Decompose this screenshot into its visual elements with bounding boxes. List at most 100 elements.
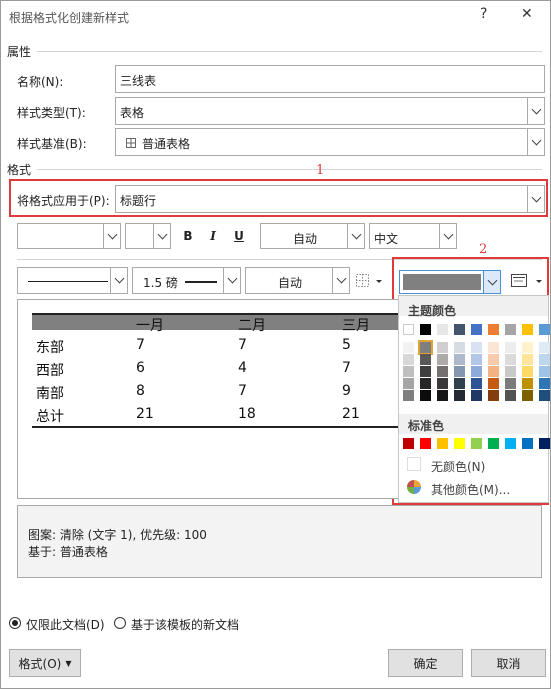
ok-button[interactable]: 确定 (388, 649, 463, 677)
color-swatch[interactable] (403, 390, 414, 401)
chevron-down-icon[interactable] (347, 224, 364, 248)
color-swatch[interactable] (437, 342, 448, 353)
style-type-select[interactable]: 表格 (115, 97, 545, 125)
color-swatch[interactable] (471, 390, 482, 401)
color-swatch[interactable] (403, 378, 414, 389)
chevron-down-icon[interactable] (527, 98, 544, 124)
color-swatch[interactable] (420, 378, 431, 389)
format-menu-button[interactable]: 格式(O) ▼ (9, 649, 81, 677)
chevron-down-icon[interactable] (103, 224, 120, 248)
color-swatch[interactable] (471, 354, 482, 365)
color-swatch[interactable] (488, 324, 499, 335)
borders-icon[interactable] (354, 272, 384, 290)
color-swatch[interactable] (420, 354, 431, 365)
chevron-down-icon[interactable] (153, 224, 170, 248)
color-swatch[interactable] (437, 438, 448, 449)
color-swatch[interactable] (471, 366, 482, 377)
color-swatch[interactable] (539, 342, 550, 353)
font-size-select[interactable] (125, 223, 171, 249)
chevron-down-icon[interactable] (332, 268, 349, 293)
border-color-select[interactable]: 自动 (245, 267, 350, 294)
color-swatch[interactable] (488, 378, 499, 389)
bold-button[interactable]: B (177, 223, 199, 249)
color-swatch[interactable] (488, 354, 499, 365)
color-swatch[interactable] (403, 438, 414, 449)
color-swatch[interactable] (471, 324, 482, 335)
italic-button[interactable]: I (202, 223, 224, 249)
color-swatch[interactable] (420, 390, 431, 401)
script-select[interactable]: 中文 (369, 223, 457, 249)
color-swatch[interactable] (420, 324, 431, 335)
color-swatch[interactable] (471, 438, 482, 449)
apply-to-select[interactable]: 标题行 (115, 185, 545, 213)
color-swatch[interactable] (488, 342, 499, 353)
color-swatch[interactable] (454, 390, 465, 401)
chevron-down-icon[interactable] (527, 186, 544, 212)
more-colors-option[interactable]: 其他颜色(M)... (403, 479, 545, 497)
color-swatch[interactable] (454, 354, 465, 365)
color-swatch[interactable] (403, 324, 414, 335)
shading-color-select[interactable] (399, 270, 501, 294)
color-swatch[interactable] (454, 378, 465, 389)
color-swatch[interactable] (539, 438, 550, 449)
color-swatch[interactable] (437, 354, 448, 365)
color-swatch[interactable] (420, 438, 431, 449)
color-swatch[interactable] (437, 366, 448, 377)
color-swatch[interactable] (403, 366, 414, 377)
close-button[interactable]: ✕ (521, 6, 533, 22)
color-swatch[interactable] (418, 340, 433, 355)
color-swatch[interactable] (505, 390, 516, 401)
color-swatch[interactable] (539, 324, 550, 335)
color-swatch[interactable] (505, 324, 516, 335)
color-swatch[interactable] (505, 354, 516, 365)
color-swatch[interactable] (437, 324, 448, 335)
color-swatch[interactable] (505, 378, 516, 389)
template-label[interactable]: 基于该模板的新文档 (131, 616, 239, 633)
color-swatch[interactable] (403, 342, 414, 353)
color-swatch[interactable] (420, 366, 431, 377)
color-swatch[interactable] (471, 378, 482, 389)
border-style-select[interactable] (17, 267, 128, 294)
cancel-button[interactable]: 取消 (471, 649, 546, 677)
color-swatch[interactable] (522, 366, 533, 377)
color-swatch[interactable] (488, 390, 499, 401)
color-swatch[interactable] (488, 366, 499, 377)
font-name-select[interactable] (17, 223, 121, 249)
color-swatch[interactable] (437, 390, 448, 401)
color-swatch[interactable] (403, 354, 414, 365)
chevron-down-icon[interactable] (439, 224, 456, 248)
text-wrap-icon[interactable] (510, 272, 544, 290)
color-swatch[interactable] (471, 342, 482, 353)
color-swatch[interactable] (505, 366, 516, 377)
color-swatch[interactable] (522, 324, 533, 335)
color-swatch[interactable] (539, 354, 550, 365)
chevron-down-icon[interactable] (223, 268, 240, 293)
color-swatch[interactable] (505, 438, 516, 449)
color-swatch[interactable] (522, 390, 533, 401)
color-swatch[interactable] (522, 354, 533, 365)
border-weight-select[interactable]: 1.5 磅 (132, 267, 241, 294)
chevron-down-icon[interactable] (483, 271, 500, 293)
color-swatch[interactable] (437, 378, 448, 389)
color-swatch[interactable] (539, 390, 550, 401)
this-document-label[interactable]: 仅限此文档(D) (26, 616, 105, 633)
color-swatch[interactable] (454, 438, 465, 449)
color-swatch[interactable] (454, 324, 465, 335)
no-color-option[interactable]: 无颜色(N) (403, 456, 545, 474)
color-swatch[interactable] (539, 366, 550, 377)
help-button[interactable]: ? (480, 6, 487, 22)
color-swatch[interactable] (539, 378, 550, 389)
color-swatch[interactable] (454, 342, 465, 353)
font-color-select[interactable]: 自动 (260, 223, 365, 249)
color-swatch[interactable] (454, 366, 465, 377)
style-base-select[interactable]: 普通表格 (115, 128, 545, 156)
template-radio[interactable] (114, 617, 126, 629)
color-swatch[interactable] (522, 342, 533, 353)
color-swatch[interactable] (522, 378, 533, 389)
this-document-radio[interactable] (9, 617, 21, 629)
chevron-down-icon[interactable] (110, 268, 127, 293)
name-field[interactable]: 三线表 (115, 65, 545, 93)
color-swatch[interactable] (488, 438, 499, 449)
color-swatch[interactable] (522, 438, 533, 449)
underline-button[interactable]: U (228, 223, 250, 249)
